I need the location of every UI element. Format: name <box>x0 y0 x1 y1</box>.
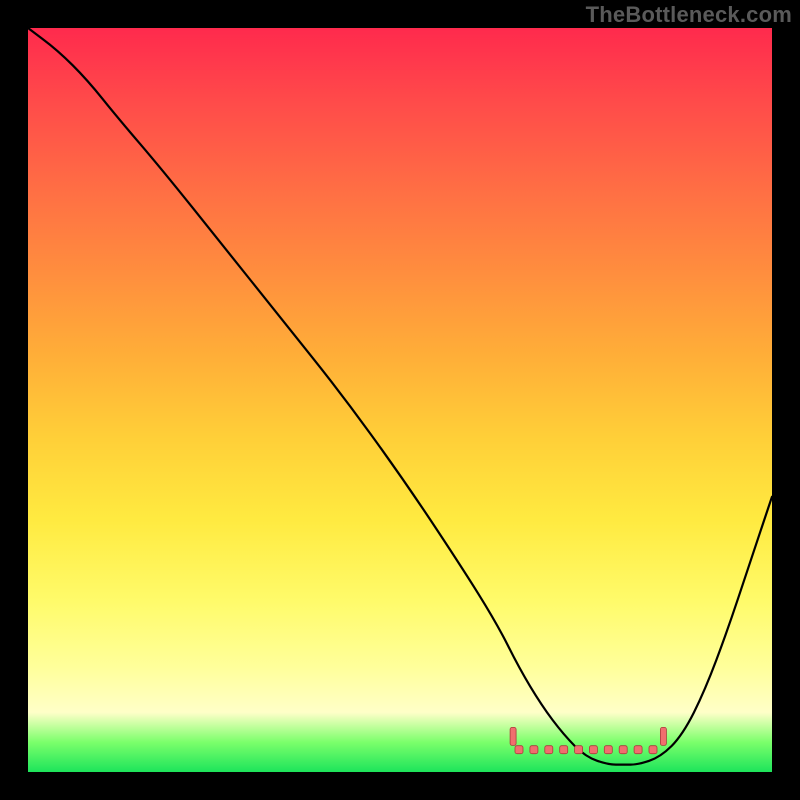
watermark-text: TheBottleneck.com <box>586 2 792 28</box>
plot-area <box>28 28 772 772</box>
bottleneck-curve <box>28 28 772 765</box>
curve-svg <box>28 28 772 772</box>
marker-start-bar <box>510 727 516 745</box>
chart-frame: TheBottleneck.com <box>0 0 800 800</box>
marker-dot <box>604 746 612 754</box>
marker-dot <box>619 746 627 754</box>
marker-dot <box>589 746 597 754</box>
marker-dot <box>634 746 642 754</box>
marker-dot <box>560 746 568 754</box>
marker-dot <box>575 746 583 754</box>
marker-end-bar <box>660 727 666 745</box>
marker-dot <box>649 746 657 754</box>
marker-dot <box>545 746 553 754</box>
marker-dot <box>515 746 523 754</box>
curve-bottom-markers <box>510 727 666 753</box>
marker-dot <box>530 746 538 754</box>
